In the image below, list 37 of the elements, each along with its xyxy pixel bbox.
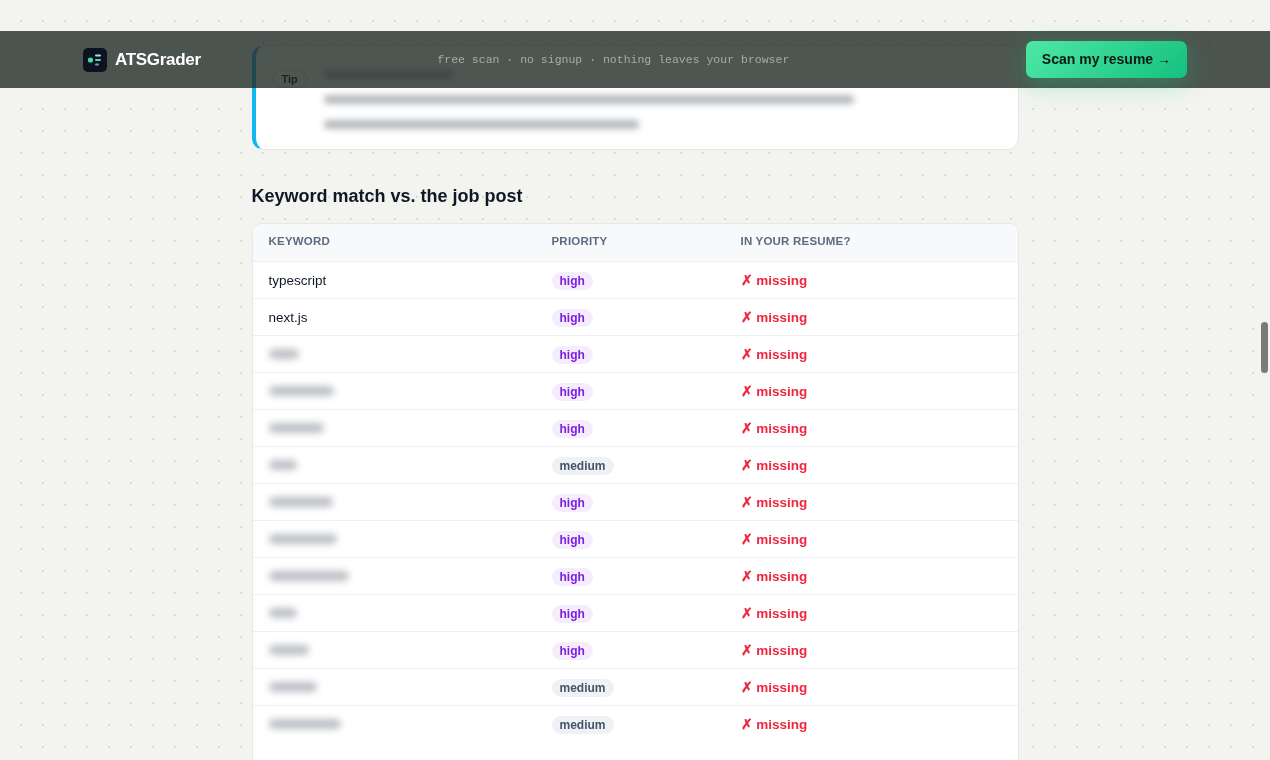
priority-tag: high: [551, 382, 593, 401]
priority-tag: high: [551, 271, 593, 290]
keyword-cell: typescript: [268, 272, 327, 288]
tagline: free scan · no signup · nothing leaves your browser: [437, 51, 790, 68]
status-text: ✗ missing: [740, 531, 808, 547]
status-text: ✗ missing: [740, 605, 808, 621]
priority-tag: high: [551, 604, 593, 623]
priority-tag: high: [551, 308, 593, 327]
status-text: ✗ missing: [740, 679, 808, 695]
priority-tag: high: [551, 530, 593, 549]
status-text: ✗ missing: [740, 457, 808, 473]
priority-tag: high: [551, 567, 593, 586]
status-text: ✗ missing: [740, 716, 808, 732]
brand-name[interactable]: ATSGrader: [115, 46, 201, 73]
status-text: ✗ missing: [740, 309, 808, 325]
column-header: KEYWORD: [268, 234, 331, 250]
section-title: Keyword match vs. the job post: [251, 186, 524, 208]
status-text: ✗ missing: [740, 642, 808, 658]
priority-tag: medium: [551, 456, 614, 475]
status-text: ✗ missing: [740, 420, 808, 436]
priority-tag: high: [551, 345, 593, 364]
status-text: ✗ missing: [740, 272, 808, 288]
priority-tag: high: [551, 641, 593, 660]
keyword-cell: next.js: [268, 309, 308, 325]
column-header: PRIORITY: [551, 234, 609, 250]
priority-tag: medium: [551, 678, 614, 697]
priority-tag: high: [551, 419, 593, 438]
status-text: ✗ missing: [740, 568, 808, 584]
status-text: ✗ missing: [740, 346, 808, 362]
scrollbar-thumb[interactable]: [1261, 322, 1268, 373]
status-text: ✗ missing: [740, 383, 808, 399]
status-text: ✗ missing: [740, 494, 808, 510]
scan-resume-button[interactable]: Scan my resume →: [1025, 41, 1187, 78]
priority-tag: medium: [551, 715, 614, 734]
priority-tag: high: [551, 493, 593, 512]
column-header: IN YOUR RESUME?: [740, 234, 852, 250]
logo-icon: [83, 47, 107, 72]
